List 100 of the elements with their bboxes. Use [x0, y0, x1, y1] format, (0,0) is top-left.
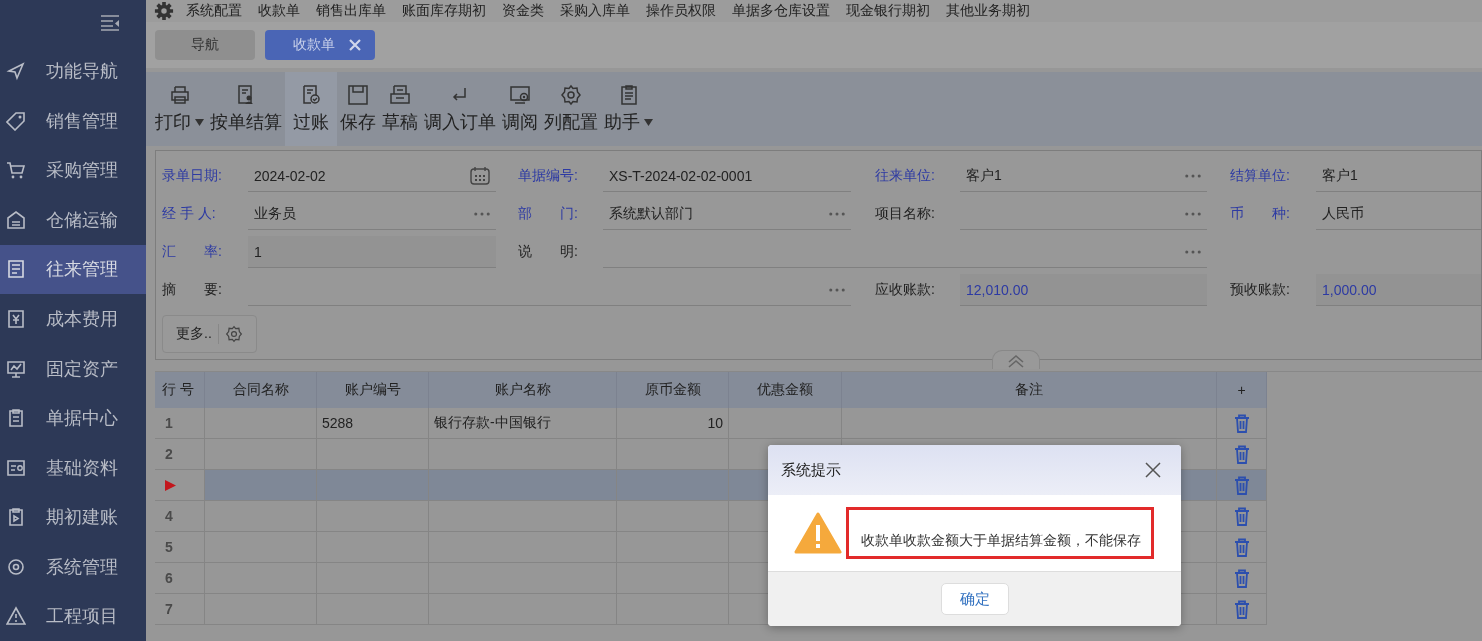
more-button[interactable]: 更多.. [162, 315, 257, 353]
more-icon[interactable] [1185, 173, 1201, 178]
column-header: 原币金额 [617, 372, 729, 408]
menu-item[interactable]: 其他业务期初 [938, 2, 1038, 20]
toolbar-button[interactable]: 调入订单 [421, 72, 499, 146]
clipboard-icon [6, 507, 26, 528]
field-label: 往来单位: [875, 167, 936, 185]
yen-icon [6, 309, 26, 329]
more-icon[interactable] [829, 211, 845, 216]
more-icon[interactable] [1185, 211, 1201, 216]
warning-icon [794, 512, 842, 554]
menu-item[interactable]: 收款单 [250, 2, 308, 20]
error-message: 收款单收款金额大于单据结算金额，不能保存 [846, 507, 1154, 559]
trash-icon[interactable] [1233, 444, 1250, 464]
sidebar-item[interactable]: 系统管理 [0, 541, 146, 592]
close-icon[interactable] [1145, 462, 1161, 478]
menu-item[interactable]: 单据多仓库设置 [724, 2, 838, 20]
sidebar-item[interactable]: 成本费用 [0, 294, 146, 344]
calendar-icon[interactable] [470, 166, 490, 185]
menu-item[interactable]: 系统配置 [178, 2, 250, 20]
sidebar-item[interactable]: 期初建账 [0, 492, 146, 542]
more-icon[interactable] [1185, 249, 1201, 254]
field-label: 录单日期: [162, 167, 223, 185]
column-header[interactable]: + [1217, 372, 1267, 408]
id-card-icon [6, 457, 26, 478]
field-label: 预收账款: [1230, 281, 1291, 299]
dialog-title: 系统提示 [781, 460, 841, 480]
cart-icon [6, 160, 26, 181]
toolbar-button[interactable]: 列配置 [541, 72, 601, 146]
row-number: 5 [155, 532, 205, 563]
more-icon[interactable] [474, 211, 490, 216]
menu-item[interactable]: 账面库存期初 [394, 2, 494, 20]
document-icon [6, 259, 26, 280]
input-field[interactable]: 2024-02-02 [248, 160, 496, 192]
input-field[interactable]: 系统默认部门 [603, 198, 851, 230]
menu-item[interactable]: 操作员权限 [638, 2, 724, 20]
field-label: 结算单位: [1230, 167, 1291, 185]
column-header: 备注 [842, 372, 1217, 408]
collapse-icon[interactable] [992, 350, 1040, 369]
input-field[interactable]: 12,010.00 [960, 274, 1207, 306]
tag-icon [6, 110, 26, 131]
table-cell: 5288 [317, 408, 429, 439]
more-icon[interactable] [829, 287, 845, 292]
sidebar-item[interactable]: 采购管理 [0, 145, 146, 196]
sidebar-item[interactable]: 工程项目 [0, 591, 146, 641]
sidebar-item[interactable]: 单据中心 [0, 393, 146, 443]
trash-icon[interactable] [1233, 475, 1250, 495]
field-label: 经 手 人: [162, 205, 217, 223]
menu-item[interactable]: 采购入库单 [552, 2, 638, 20]
input-field[interactable]: 客户1 [960, 160, 1207, 192]
sidebar-item[interactable]: 基础资料 [0, 442, 146, 493]
column-header: 优惠金额 [729, 372, 842, 408]
table-cell: 10 [617, 408, 729, 439]
input-field[interactable]: 1,000.00 [1316, 274, 1481, 306]
trash-icon[interactable] [1233, 413, 1250, 433]
tab[interactable]: 导航 [155, 30, 255, 60]
toolbar-button[interactable]: 保存 [337, 72, 379, 146]
printer-icon [168, 84, 191, 106]
row-number: 7 [155, 594, 205, 625]
input-field[interactable]: 业务员 [248, 198, 496, 230]
column-header: 账户名称 [429, 372, 617, 408]
menu-item[interactable]: 销售出库单 [308, 2, 394, 20]
menu-icon[interactable] [100, 15, 120, 32]
input-field[interactable]: 1 [248, 236, 496, 268]
confirm-button[interactable]: 确定 [940, 583, 1009, 615]
trash-icon[interactable] [1233, 506, 1250, 526]
column-header: 账户编号 [317, 372, 429, 408]
sidebar-item[interactable]: 仓储运输 [0, 195, 146, 245]
sidebar-item[interactable]: 功能导航 [0, 46, 146, 97]
toolbar-button[interactable]: 助手 [601, 72, 656, 146]
settings-icon[interactable] [224, 325, 243, 343]
send-icon [6, 61, 26, 82]
field-label: 摘 要: [162, 281, 223, 299]
trash-icon[interactable] [1233, 599, 1250, 619]
field-label: 说 明: [518, 243, 579, 261]
field-label: 部 门: [518, 205, 579, 223]
column-header: 合同名称 [205, 372, 317, 408]
tab[interactable]: 收款单 [265, 30, 375, 60]
row-number: 6 [155, 563, 205, 594]
field-label: 单据编号: [518, 167, 579, 185]
trash-icon[interactable] [1233, 537, 1250, 557]
toolbar-button[interactable]: 按单结算 [207, 72, 285, 146]
sidebar-item[interactable]: 销售管理 [0, 96, 146, 146]
input-field[interactable]: XS-T-2024-02-02-0001 [603, 160, 851, 192]
menu-item[interactable]: 资金类 [494, 2, 552, 20]
sidebar-item[interactable]: 固定资产 [0, 343, 146, 394]
input-field[interactable]: 客户1 [1316, 160, 1481, 192]
warning-icon [6, 606, 26, 627]
toolbar-button[interactable]: 草稿 [379, 72, 421, 146]
input-field[interactable]: 人民币 [1316, 198, 1481, 230]
document-check-icon [300, 84, 322, 106]
house-icon [6, 209, 26, 230]
row-number: 2 [155, 439, 205, 470]
toolbar-button[interactable]: 打印 [152, 72, 207, 146]
toolbar-button[interactable]: 过账 [285, 72, 337, 146]
toolbar-button[interactable]: 调阅 [499, 72, 541, 146]
trash-icon[interactable] [1233, 568, 1250, 588]
menu-item[interactable]: 现金银行期初 [838, 2, 938, 20]
sidebar-item[interactable]: 往来管理 [0, 244, 146, 295]
floppy-icon [347, 84, 369, 106]
